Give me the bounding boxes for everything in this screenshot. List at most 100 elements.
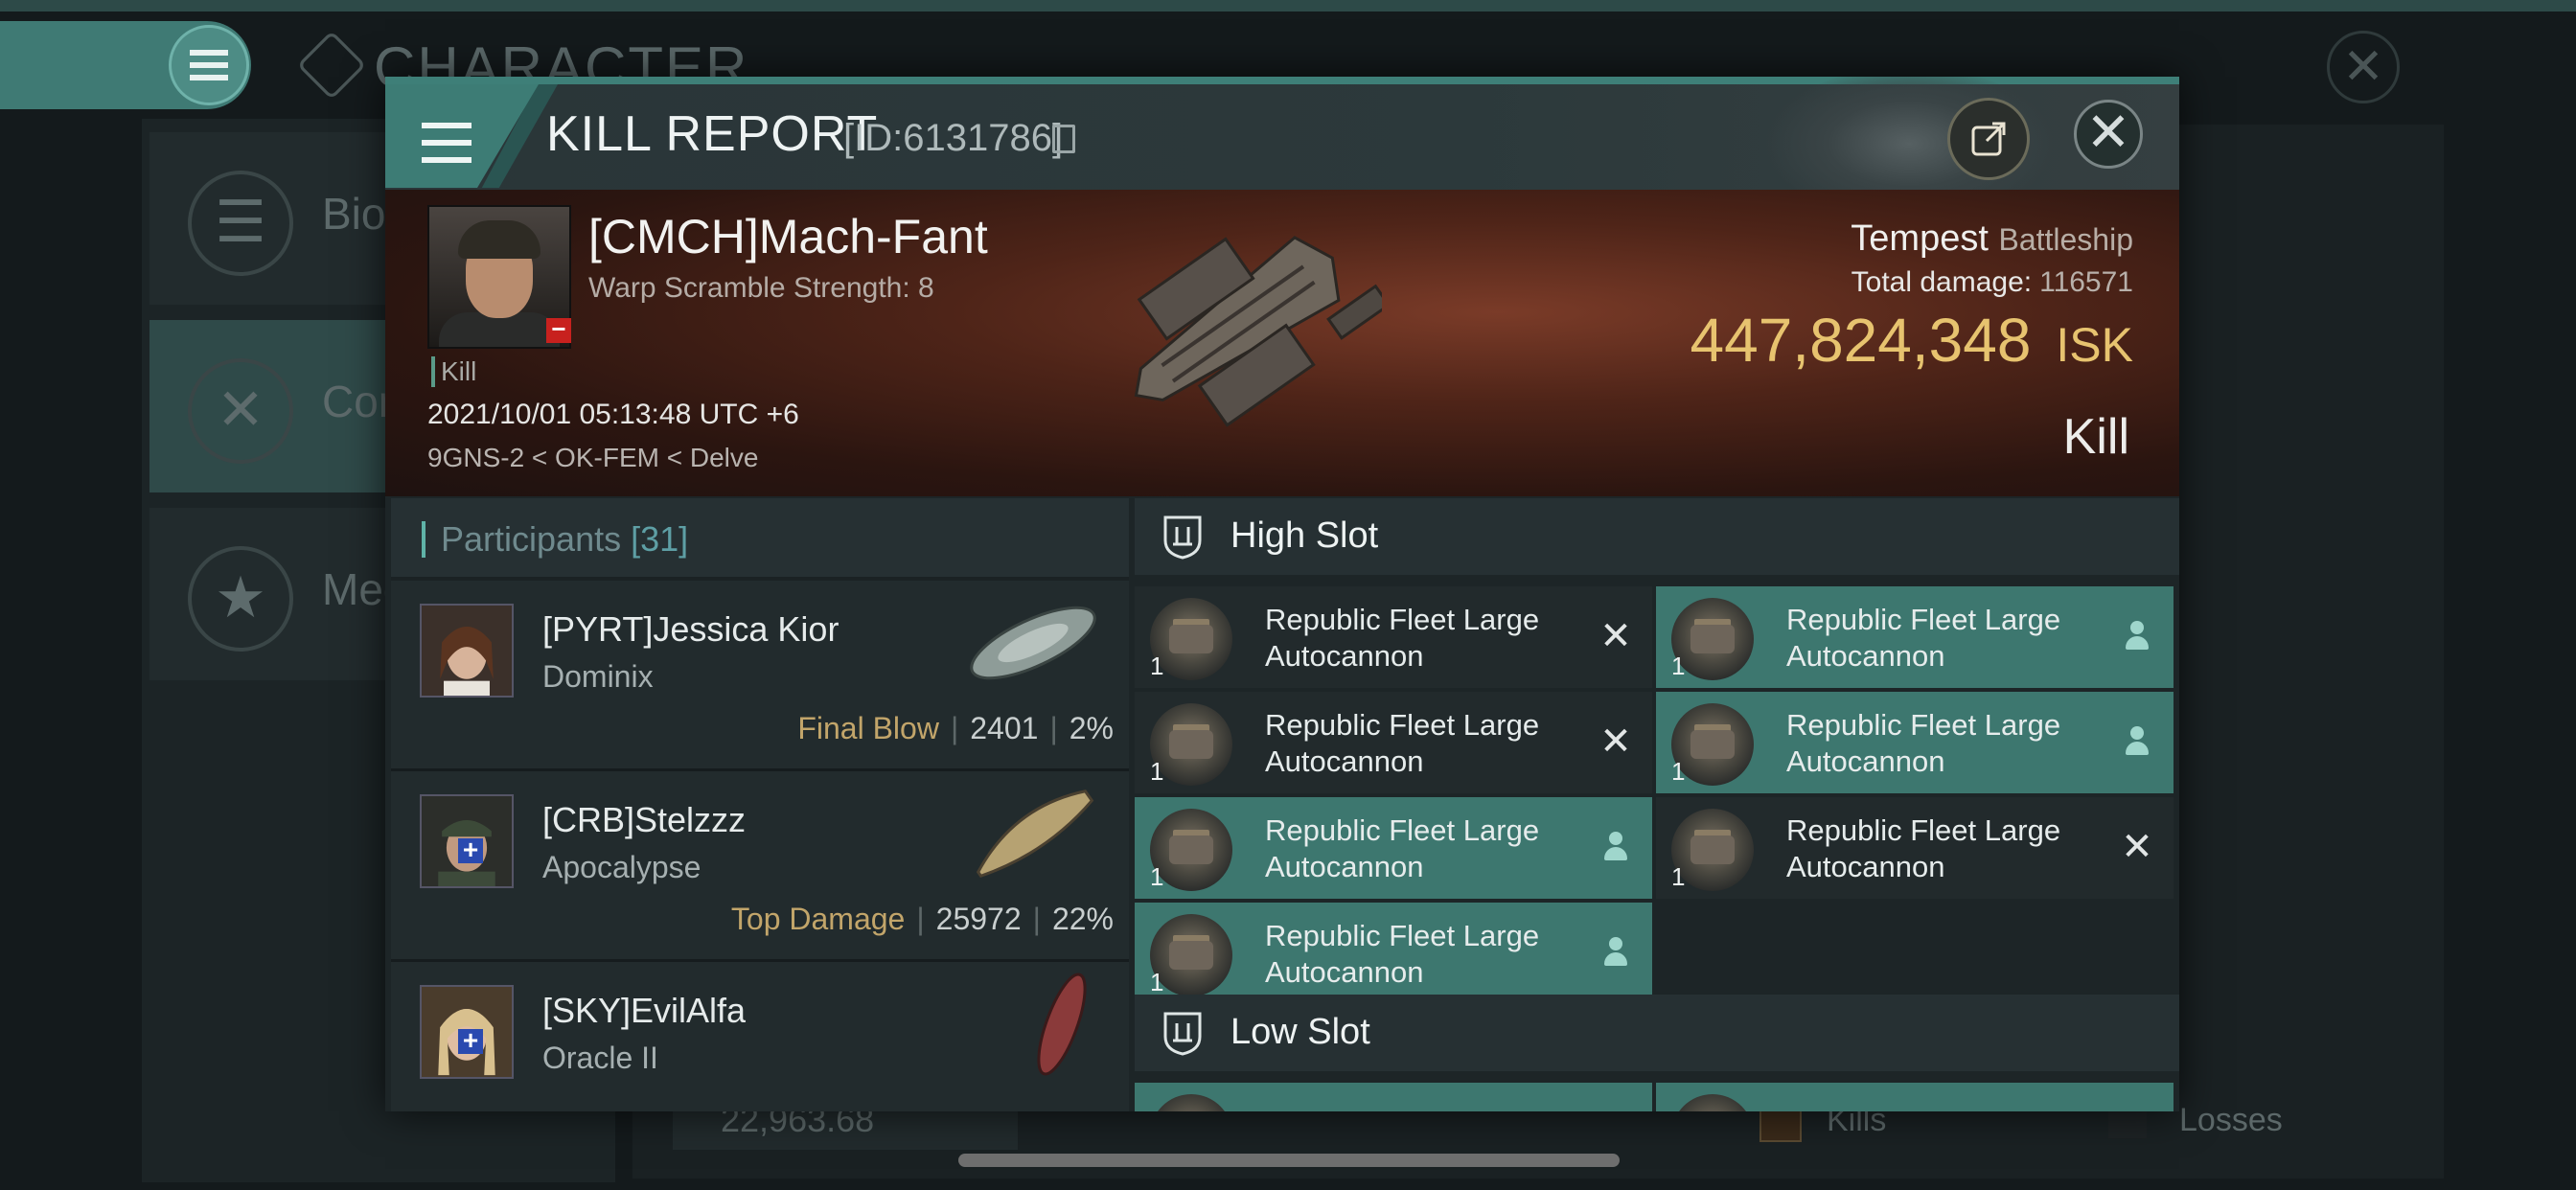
star-icon: ★ — [188, 546, 293, 652]
list-icon: ☰ — [188, 171, 293, 276]
ship-type: Tempest — [1851, 218, 1989, 259]
module-quantity: 1 — [1150, 862, 1164, 891]
friendly-standing-icon: + — [458, 1027, 483, 1054]
header-accent — [422, 521, 426, 558]
participant-name: [SKY]EvilAlfa — [542, 991, 747, 1030]
dropped-person-icon — [1597, 933, 1635, 972]
module-quantity: 1 — [1150, 652, 1164, 680]
participants-count: [31] — [631, 519, 689, 559]
module-name: Republic Fleet Large Autocannon — [1786, 603, 2061, 673]
participants-label: Participants — [441, 519, 622, 559]
ship-class: Battleship — [1998, 222, 2133, 257]
participant-ship-image — [976, 790, 1094, 879]
module-name: Republic Fleet Large Autocannon — [1265, 708, 1540, 778]
participant-row[interactable]: + [CRB]Stelzzz Apocalypse Top Damage | 259… — [391, 771, 1129, 962]
destroyed-icon: ✕ — [1599, 615, 1632, 657]
participant-stats: Final Blow | 2401 | 2% — [797, 711, 1114, 745]
high-slot-title: High Slot — [1230, 515, 1379, 556]
friendly-standing-icon: + — [458, 836, 483, 863]
final-blow-label: Final Blow — [797, 711, 939, 745]
crossed-swords-icon: ✕ — [188, 358, 293, 464]
character-icon — [296, 30, 367, 101]
participant-ship-image — [970, 606, 1096, 680]
dropped-person-icon — [2118, 722, 2156, 761]
module-slot[interactable] — [1656, 1083, 2174, 1111]
high-slot-icon — [1163, 515, 1202, 560]
low-slot-header: Low Slot — [1135, 995, 2179, 1071]
victim-ship-image[interactable] — [1094, 190, 1382, 458]
module-slot[interactable]: 1 Republic Fleet Large Autocannon — [1135, 797, 1652, 899]
hostile-standing-icon: − — [546, 316, 571, 343]
participant-ship: Dominix — [542, 659, 654, 694]
modal-title: KILL REPORT — [546, 106, 879, 162]
participant-ship: Oracle II — [542, 1041, 658, 1075]
participant-portrait[interactable] — [420, 604, 514, 698]
total-damage-label: Total damage: — [1851, 266, 2033, 298]
kill-location[interactable]: 9GNS-2 < OK-FEM < Delve — [427, 443, 758, 473]
high-slot-header: High Slot — [1135, 498, 2179, 575]
kill-tag: Kill — [431, 356, 476, 387]
destroyed-icon: ✕ — [2121, 826, 2153, 868]
low-slot-icon — [1163, 1012, 1202, 1056]
module-quantity: 1 — [1671, 862, 1686, 891]
kill-datetime: 2021/10/01 05:13:48 UTC +6 — [427, 399, 799, 430]
module-name: Republic Fleet Large Autocannon — [1265, 603, 1540, 673]
top-damage-label: Top Damage — [730, 902, 906, 936]
participant-damage: 25972 — [935, 902, 1022, 936]
module-slot[interactable]: 1 Republic Fleet Large Autocannon ✕ — [1135, 692, 1652, 793]
top-status-bar — [0, 0, 2576, 11]
module-slot[interactable]: 1 Republic Fleet Large Autocannon — [1656, 586, 2174, 688]
participant-percent: 2% — [1069, 711, 1114, 745]
isk-value: 447,824,348 — [1690, 306, 2032, 375]
module-slot[interactable] — [1135, 1083, 1652, 1111]
hamburger-icon — [422, 123, 472, 163]
close-button[interactable]: ✕ — [2074, 100, 2143, 169]
module-name: Republic Fleet Large Autocannon — [1265, 813, 1540, 883]
low-slot-title: Low Slot — [1230, 1012, 1370, 1052]
total-damage: Total damage: 116571 — [1852, 266, 2133, 299]
participant-name: [CRB]Stelzzz — [542, 800, 747, 839]
victim-name[interactable]: [CMCH]Mach-Fant — [588, 209, 988, 264]
dropped-person-icon — [1597, 828, 1635, 866]
participant-row[interactable]: + [SKY]EvilAlfa Oracle II — [391, 962, 1129, 1111]
participant-percent: 22% — [1051, 902, 1114, 936]
module-name: Republic Fleet Large Autocannon — [1265, 919, 1540, 989]
isk-unit: ISK — [2056, 318, 2133, 372]
external-link-icon — [1971, 122, 2006, 156]
destroyed-icon: ✕ — [1599, 721, 1632, 763]
participants-panel: Participants [31] [PYRT]Jessica Kior Dom… — [391, 498, 1129, 1111]
hamburger-icon — [190, 50, 228, 80]
dropped-person-icon — [2118, 617, 2156, 655]
module-slot[interactable]: 1 Republic Fleet Large Autocannon — [1656, 692, 2174, 793]
module-quantity: 1 — [1671, 652, 1686, 680]
module-icon — [1150, 1094, 1232, 1111]
isk-value-row: 447,824,348 ISK — [1690, 305, 2134, 376]
participant-row[interactable]: [PYRT]Jessica Kior Dominix Final Blow | 24… — [391, 581, 1129, 771]
module-slot[interactable]: 1 Republic Fleet Large Autocannon ✕ — [1135, 586, 1652, 688]
participant-damage: 2401 — [970, 711, 1039, 745]
warp-scramble-strength: Warp Scramble Strength: 8 — [588, 272, 934, 304]
share-button[interactable] — [1947, 98, 2030, 180]
copy-icon[interactable] — [1052, 125, 1075, 153]
module-icon — [1671, 1094, 1754, 1111]
module-name: Republic Fleet Large Autocannon — [1786, 813, 2061, 883]
victim-ship-name[interactable]: Tempest Battleship — [1851, 218, 2133, 260]
participants-title: Participants [31] — [441, 519, 688, 560]
participant-ship: Apocalypse — [542, 850, 702, 884]
kill-report-id: [ID:6131786] — [843, 117, 1064, 159]
participant-stats: Top Damage | 25972 | 22% — [730, 902, 1114, 936]
module-quantity: 1 — [1671, 757, 1686, 786]
participant-ship-image — [1037, 973, 1087, 1076]
losses-legend-label: Losses — [2179, 1102, 2283, 1138]
module-name: Republic Fleet Large Autocannon — [1786, 708, 2061, 778]
module-slot[interactable]: 1 Republic Fleet Large Autocannon — [1135, 903, 1652, 1004]
module-quantity: 1 — [1150, 968, 1164, 996]
module-slot[interactable]: 1 Republic Fleet Large Autocannon ✕ — [1656, 797, 2174, 899]
home-indicator[interactable] — [958, 1154, 1620, 1167]
total-damage-value: 116571 — [2039, 266, 2133, 298]
main-menu-button[interactable] — [169, 25, 249, 105]
participants-header[interactable]: Participants [31] — [391, 498, 1129, 577]
screen-close-button[interactable]: ✕ — [2327, 31, 2400, 103]
report-result: Kill — [2062, 409, 2129, 465]
kill-report-modal: KILL REPORT [ID:6131786] ✕ − [CMCH]Mach-… — [385, 77, 2179, 1111]
